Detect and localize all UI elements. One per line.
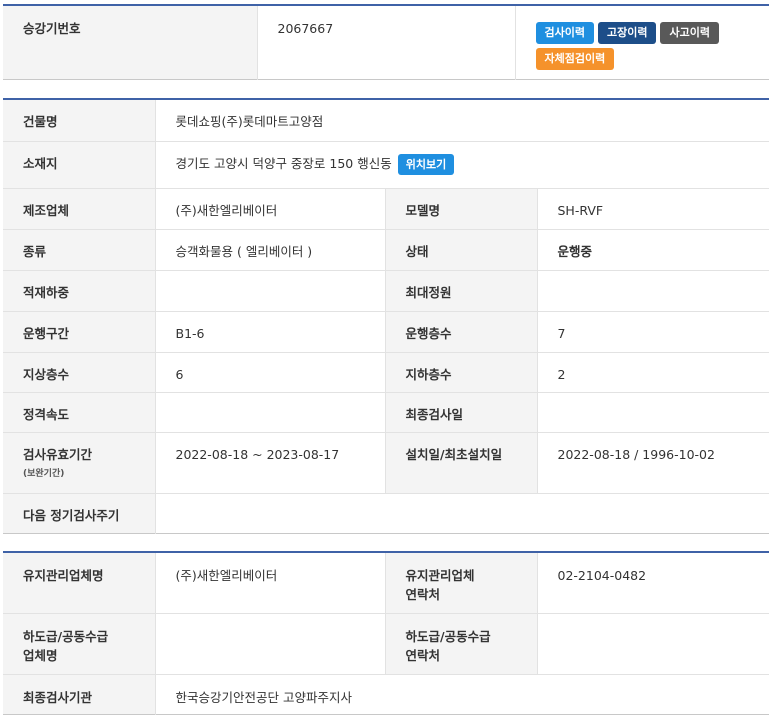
building-value: 롯데쇼핑(주)롯데마트고양점 bbox=[154, 99, 770, 141]
status-label: 상태 bbox=[384, 229, 537, 270]
subcontractor-label: 하도급/공동수급업체명 bbox=[3, 613, 155, 674]
below-ground-value: 2 bbox=[536, 352, 770, 392]
inspection-agency-value: 한국승강기안전공단 고양파주지사 bbox=[154, 674, 769, 714]
inspection-agency-row: 최종검사기관 한국승강기안전공단 고양파주지사 bbox=[3, 674, 769, 714]
address-row: 소재지 경기도 고양시 덕양구 중장로 150 행신동 위치보기 bbox=[3, 141, 770, 188]
self-check-history-button[interactable]: 자체점검이력 bbox=[535, 48, 615, 70]
speed-value bbox=[154, 392, 385, 432]
building-row: 건물명 롯데쇼핑(주)롯데마트고양점 bbox=[3, 99, 770, 141]
failure-history-button[interactable]: 고장이력 bbox=[597, 22, 657, 44]
floors-value: 7 bbox=[536, 311, 770, 352]
above-ground-label: 지상층수 bbox=[3, 352, 155, 392]
maintenance-contact-label-line1: 유지관리업체 bbox=[405, 568, 475, 583]
type-value: 승객화물용 ( 엘리베이터 ) bbox=[154, 229, 385, 270]
section-value: B1-6 bbox=[154, 311, 385, 352]
subcontractor-label-line2: 업체명 bbox=[23, 647, 58, 663]
validity-sub-label: (보완기간) bbox=[23, 468, 65, 479]
model-label: 모델명 bbox=[384, 188, 537, 229]
last-inspection-label: 최종검사일 bbox=[384, 392, 537, 432]
section-row: 운행구간 B1-6 운행층수 7 bbox=[3, 311, 770, 352]
maintenance-table: 유지관리업체명 (주)새한엘리베이터 유지관리업체연락처 02-2104-048… bbox=[3, 551, 769, 715]
install-label: 설치일/최초설치일 bbox=[384, 432, 537, 493]
subcontractor-row: 하도급/공동수급업체명 하도급/공동수급연락처 bbox=[3, 613, 769, 674]
history-buttons: 검사이력 고장이력 사고이력 자체점검이력 bbox=[514, 5, 769, 79]
last-inspection-value bbox=[536, 392, 770, 432]
maintenance-company-value: (주)새한엘리베이터 bbox=[154, 552, 385, 613]
manufacturer-row: 제조업체 (주)새한엘리베이터 모델명 SH-RVF bbox=[3, 188, 770, 229]
address-cell: 경기도 고양시 덕양구 중장로 150 행신동 위치보기 bbox=[154, 141, 770, 188]
speed-label: 정격속도 bbox=[3, 392, 155, 432]
validity-row: 검사유효기간 (보완기간) 2022-08-18 ~ 2023-08-17 설치일… bbox=[3, 432, 770, 493]
maintenance-contact-label-line2: 연락처 bbox=[405, 587, 441, 602]
elevator-info-table: 건물명 롯데쇼핑(주)롯데마트고양점 소재지 경기도 고양시 덕양구 중장로 1… bbox=[3, 98, 770, 534]
inspection-history-button[interactable]: 검사이력 bbox=[535, 22, 594, 44]
subcontractor-contact-label-line1: 하도급/공동수급 bbox=[405, 628, 491, 644]
elevator-number-table: 승강기번호 2067667 검사이력 고장이력 사고이력 자체점검이력 bbox=[3, 4, 769, 80]
load-label: 적재하중 bbox=[3, 270, 155, 311]
install-value: 2022-08-18 / 1996-10-02 bbox=[536, 432, 770, 493]
speed-row: 정격속도 최종검사일 bbox=[3, 392, 770, 432]
maintenance-company-label: 유지관리업체명 bbox=[3, 552, 155, 613]
elevator-number-label: 승강기번호 bbox=[3, 5, 257, 79]
subcontractor-contact-value bbox=[536, 613, 769, 674]
location-view-button[interactable]: 위치보기 bbox=[397, 153, 455, 175]
subcontractor-contact-label-line2: 연락처 bbox=[405, 647, 441, 663]
building-label: 건물명 bbox=[3, 99, 155, 141]
load-value bbox=[154, 270, 385, 311]
next-cycle-row: 다음 정기검사주기 bbox=[3, 493, 770, 533]
subcontractor-label-line1: 하도급/공동수급 bbox=[23, 628, 109, 644]
manufacturer-value: (주)새한엘리베이터 bbox=[154, 188, 385, 229]
inspection-agency-label: 최종검사기관 bbox=[3, 674, 155, 714]
validity-label: 검사유효기간 bbox=[23, 446, 93, 462]
maintenance-contact-value: 02-2104-0482 bbox=[536, 552, 769, 613]
address-label: 소재지 bbox=[3, 141, 155, 188]
subcontractor-contact-label: 하도급/공동수급연락처 bbox=[384, 613, 537, 674]
type-row: 종류 승객화물용 ( 엘리베이터 ) 상태 운행중 bbox=[3, 229, 770, 270]
model-value: SH-RVF bbox=[536, 188, 770, 229]
capacity-value bbox=[536, 270, 770, 311]
floors-row: 지상층수 6 지하층수 2 bbox=[3, 352, 770, 392]
validity-label-cell: 검사유효기간 (보완기간) bbox=[3, 432, 155, 493]
maintenance-company-row: 유지관리업체명 (주)새한엘리베이터 유지관리업체연락처 02-2104-048… bbox=[3, 552, 769, 613]
below-ground-label: 지하층수 bbox=[384, 352, 537, 392]
maintenance-contact-label: 유지관리업체연락처 bbox=[384, 552, 537, 613]
next-cycle-label: 다음 정기검사주기 bbox=[3, 493, 155, 533]
elevator-number-value: 2067667 bbox=[256, 5, 515, 79]
capacity-label: 최대정원 bbox=[384, 270, 537, 311]
elevator-number-row: 승강기번호 2067667 검사이력 고장이력 사고이력 자체점검이력 bbox=[3, 5, 769, 79]
floors-label: 운행층수 bbox=[384, 311, 537, 352]
validity-value: 2022-08-18 ~ 2023-08-17 bbox=[154, 432, 385, 493]
address-value: 경기도 고양시 덕양구 중장로 150 행신동 bbox=[175, 155, 392, 171]
above-ground-value: 6 bbox=[154, 352, 385, 392]
manufacturer-label: 제조업체 bbox=[3, 188, 155, 229]
type-label: 종류 bbox=[3, 229, 155, 270]
next-cycle-value bbox=[154, 493, 770, 533]
accident-history-button[interactable]: 사고이력 bbox=[660, 22, 719, 44]
subcontractor-value bbox=[154, 613, 385, 674]
section-label: 운행구간 bbox=[3, 311, 155, 352]
status-value: 운행중 bbox=[536, 229, 770, 270]
load-row: 적재하중 최대정원 bbox=[3, 270, 770, 311]
